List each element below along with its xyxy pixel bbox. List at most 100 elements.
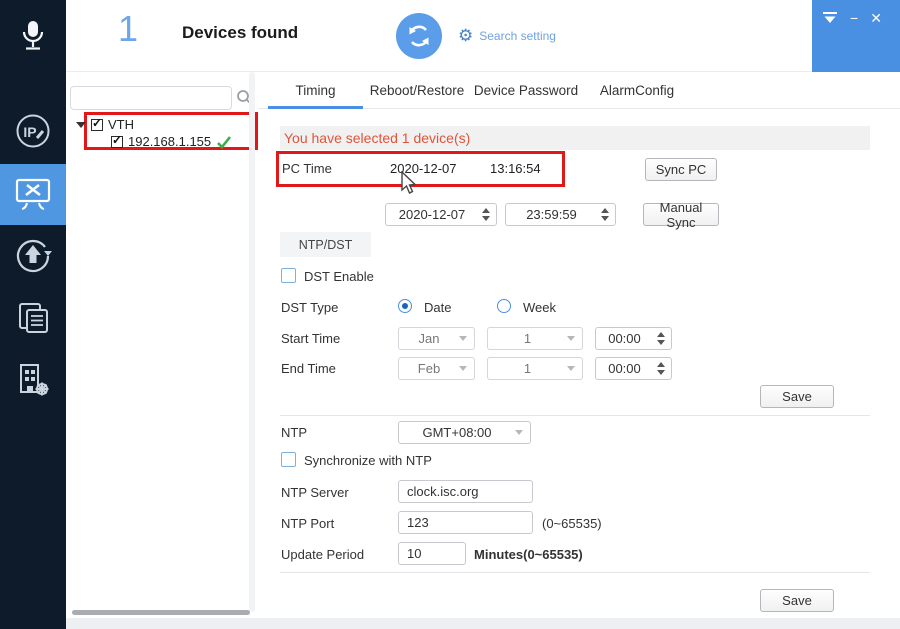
dst-save-button[interactable]: Save bbox=[760, 385, 834, 408]
ntp-save-button[interactable]: Save bbox=[760, 589, 834, 612]
tab-reboot-restore[interactable]: Reboot/Restore bbox=[363, 83, 471, 98]
tab-timing[interactable]: Timing bbox=[268, 83, 363, 98]
ntp-port-label: NTP Port bbox=[281, 516, 335, 531]
ntp-port-hint: (0~65535) bbox=[542, 516, 602, 531]
devices-found-label: Devices found bbox=[182, 23, 299, 42]
sync-pc-button[interactable]: Sync PC bbox=[645, 158, 717, 181]
group-label[interactable]: VTH bbox=[108, 117, 134, 132]
dst-type-date-label[interactable]: Date bbox=[424, 300, 451, 315]
spinner-arrows-icon[interactable] bbox=[478, 208, 494, 221]
group-checkbox[interactable]: ✓ bbox=[91, 116, 103, 131]
ip-config-icon: IP bbox=[16, 114, 50, 148]
tree-group-row[interactable]: ✓ VTH bbox=[76, 116, 134, 132]
sidebar-item-upgrade[interactable] bbox=[0, 226, 66, 286]
ntp-label: NTP bbox=[281, 425, 307, 440]
chevron-down-icon bbox=[459, 336, 467, 341]
minimize-button[interactable]: − bbox=[850, 11, 858, 25]
dst-type-week-radio[interactable] bbox=[497, 299, 511, 313]
tab-device-password[interactable]: Device Password bbox=[471, 83, 581, 98]
dst-enable-checkbox[interactable] bbox=[281, 268, 296, 283]
dst-type-week-label[interactable]: Week bbox=[523, 300, 556, 315]
device-search-input[interactable] bbox=[70, 86, 232, 110]
window-controls: − ✕ bbox=[812, 0, 900, 72]
search-setting-label: Search setting bbox=[479, 28, 556, 43]
update-period-input[interactable] bbox=[398, 542, 466, 565]
building-config-icon bbox=[20, 364, 49, 396]
sidebar-item-building-config[interactable] bbox=[0, 350, 66, 410]
timezone-value: GMT+08:00 bbox=[422, 425, 492, 440]
update-period-label: Update Period bbox=[281, 547, 365, 562]
manual-sync-button[interactable]: Manual Sync bbox=[643, 200, 719, 230]
end-time-value: 00:00 bbox=[608, 361, 641, 376]
active-tab-underline bbox=[268, 106, 363, 109]
section-divider bbox=[280, 572, 870, 573]
start-month-value: Jan bbox=[418, 331, 440, 346]
device-label[interactable]: 192.168.1.155 bbox=[128, 134, 211, 149]
sidebar-item-intercom[interactable] bbox=[0, 6, 66, 66]
start-day-dropdown[interactable]: 1 bbox=[487, 327, 583, 350]
sidebar-item-ip-config[interactable]: IP bbox=[0, 101, 66, 161]
mouse-cursor bbox=[401, 171, 417, 194]
sync-with-ntp-label: Synchronize with NTP bbox=[304, 453, 432, 468]
config-tool-window: IP 1 Devices found ⚙ Search setting − ✕ … bbox=[0, 0, 900, 629]
manual-time-spinner[interactable]: 23:59:59 bbox=[505, 203, 616, 226]
tree-expander-icon[interactable] bbox=[76, 121, 86, 128]
spinner-arrows-icon[interactable] bbox=[597, 208, 613, 221]
end-time-label: End Time bbox=[281, 361, 336, 376]
timezone-dropdown[interactable]: GMT+08:00 bbox=[398, 421, 531, 444]
spinner-arrows-icon[interactable] bbox=[653, 332, 669, 345]
ntp-port-input[interactable] bbox=[398, 511, 533, 534]
start-time-spinner[interactable]: 00:00 bbox=[595, 327, 672, 350]
refresh-icon bbox=[409, 25, 429, 47]
header: 1 Devices found ⚙ Search setting bbox=[66, 0, 812, 72]
batch-docs-icon bbox=[19, 303, 48, 333]
pc-time-label: PC Time bbox=[282, 161, 332, 176]
manual-date-spinner[interactable]: 2020-12-07 bbox=[385, 203, 497, 226]
chevron-down-icon bbox=[567, 336, 575, 341]
tab-alarm-config[interactable]: AlarmConfig bbox=[581, 83, 693, 98]
sidebar-item-device-config[interactable] bbox=[0, 164, 66, 225]
main-content: Timing Reboot/Restore Device Password Al… bbox=[258, 72, 900, 618]
ntp-server-label: NTP Server bbox=[281, 485, 349, 500]
ntp-dst-subtab[interactable]: NTP/DST bbox=[280, 232, 371, 257]
sidebar-item-batch-docs[interactable] bbox=[0, 288, 66, 348]
selection-notice: You have selected 1 device(s) bbox=[284, 130, 471, 146]
skin-menu-icon[interactable] bbox=[822, 11, 838, 25]
end-day-dropdown[interactable]: 1 bbox=[487, 357, 583, 380]
device-tree-panel: ✓ VTH ✓ 192.168.1.155 bbox=[66, 72, 258, 618]
dst-enable-label: DST Enable bbox=[304, 269, 374, 284]
tab-bar: Timing Reboot/Restore Device Password Al… bbox=[258, 72, 900, 109]
ntp-server-input[interactable] bbox=[398, 480, 533, 503]
tree-horizontal-scrollbar[interactable] bbox=[72, 610, 250, 615]
microphone-icon bbox=[22, 21, 44, 50]
upgrade-icon bbox=[16, 239, 52, 273]
chevron-down-icon bbox=[459, 366, 467, 371]
end-month-value: Feb bbox=[417, 361, 441, 376]
chevron-down-icon bbox=[567, 366, 575, 371]
dst-type-date-radio[interactable] bbox=[398, 299, 412, 313]
dst-type-label: DST Type bbox=[281, 300, 339, 315]
svg-text:IP: IP bbox=[23, 124, 36, 140]
device-checkbox[interactable]: ✓ bbox=[111, 133, 123, 148]
update-period-hint: Minutes(0~65535) bbox=[474, 547, 583, 562]
start-month-dropdown[interactable]: Jan bbox=[398, 327, 475, 350]
spinner-arrows-icon[interactable] bbox=[653, 362, 669, 375]
end-time-spinner[interactable]: 00:00 bbox=[595, 357, 672, 380]
close-button[interactable]: ✕ bbox=[870, 11, 882, 25]
manual-time-value: 23:59:59 bbox=[526, 207, 577, 222]
tree-device-row[interactable]: ✓ 192.168.1.155 bbox=[111, 133, 232, 149]
bottom-strip bbox=[66, 618, 900, 629]
sync-with-ntp-checkbox[interactable] bbox=[281, 452, 296, 467]
device-config-icon bbox=[15, 178, 51, 210]
gear-icon: ⚙ bbox=[458, 26, 474, 45]
device-count: 1 bbox=[118, 8, 139, 49]
manual-date-value: 2020-12-07 bbox=[398, 207, 466, 222]
search-setting-button[interactable]: ⚙ Search setting bbox=[458, 27, 556, 44]
end-month-dropdown[interactable]: Feb bbox=[398, 357, 475, 380]
tree-vertical-scrollbar[interactable] bbox=[249, 72, 255, 612]
chevron-down-icon bbox=[515, 430, 523, 435]
start-time-label: Start Time bbox=[281, 331, 341, 346]
selection-notice-band: You have selected 1 device(s) bbox=[280, 126, 870, 150]
pc-time-time: 13:16:54 bbox=[490, 161, 541, 176]
refresh-button[interactable] bbox=[396, 13, 442, 59]
